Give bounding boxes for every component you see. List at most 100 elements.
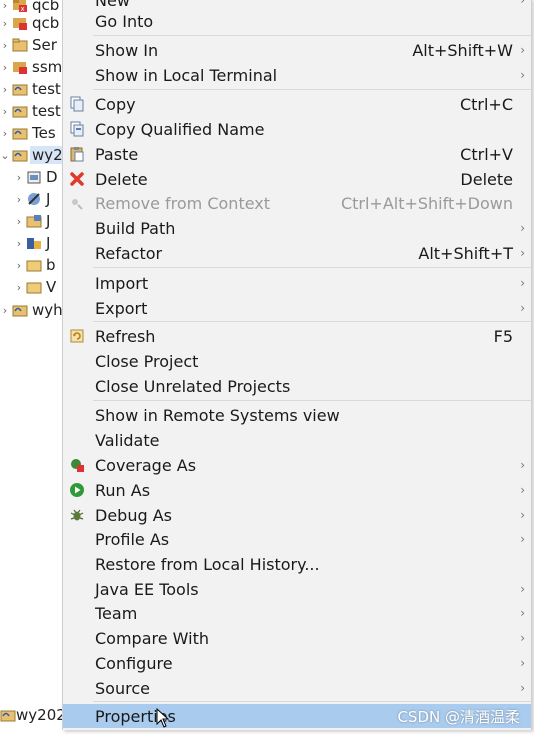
chevron-right-icon: › — [520, 276, 525, 290]
javascript-resources-icon — [24, 234, 44, 252]
chevron-right-icon: › — [520, 68, 525, 82]
paste-icon — [65, 142, 89, 166]
menu-separator — [93, 267, 531, 268]
tree-item-project[interactable]: › Ser — [0, 34, 57, 56]
chevron-right-icon[interactable]: › — [14, 188, 24, 210]
chevron-right-icon[interactable]: › — [14, 232, 24, 254]
chevron-right-icon[interactable]: › — [0, 34, 10, 56]
copy-qualified-name-icon — [65, 117, 89, 141]
chevron-right-icon: › — [520, 582, 525, 596]
project-explorer: › x qcb › qcb › Ser › ssm › test › test … — [0, 0, 62, 735]
tree-item-project[interactable]: › test — [0, 100, 61, 122]
chevron-right-icon[interactable]: › — [0, 78, 10, 100]
tree-item-project[interactable]: › test — [0, 78, 61, 100]
menu-item-close-project[interactable]: Close Project — [63, 349, 531, 373]
chevron-right-icon: › — [520, 532, 525, 546]
menu-item-copy[interactable]: Copy Ctrl+C — [63, 92, 531, 116]
menu-item-delete[interactable]: Delete Delete — [63, 167, 531, 191]
chevron-right-icon[interactable]: › — [14, 166, 24, 188]
menu-separator — [93, 321, 531, 322]
project-icon — [10, 80, 30, 98]
project-icon — [10, 124, 30, 142]
chevron-right-icon: › — [520, 606, 525, 620]
chevron-right-icon[interactable]: › — [0, 12, 10, 34]
menu-item-java-ee-tools[interactable]: Java EE Tools › — [63, 577, 531, 601]
status-bar: wy202 — [0, 702, 62, 728]
chevron-right-icon: › — [520, 681, 525, 695]
menu-item-source[interactable]: Source › — [63, 676, 531, 700]
menu-item-configure[interactable]: Configure › — [63, 651, 531, 675]
java-resources-icon — [24, 212, 44, 230]
chevron-right-icon: › — [520, 301, 525, 315]
project-icon — [0, 706, 16, 724]
chevron-right-icon: › — [520, 221, 525, 235]
delete-icon — [65, 167, 89, 191]
watermark: CSDN @清酒温柔 — [397, 708, 520, 726]
menu-item-import[interactable]: Import › — [63, 271, 531, 295]
menu-separator — [93, 701, 531, 702]
menu-separator — [93, 400, 531, 401]
menu-item-copy-qualified-name[interactable]: Copy Qualified Name — [63, 117, 531, 141]
tree-item-child[interactable]: › V — [14, 276, 56, 298]
menu-item-show-in[interactable]: Show In Alt+Shift+W › — [63, 38, 531, 62]
deployment-descriptor-icon — [24, 168, 44, 186]
menu-item-profile-as[interactable]: Profile As › — [63, 527, 531, 551]
tree-item-project-selected[interactable]: ⌄ wy2 — [0, 144, 62, 166]
menu-item-go-into[interactable]: Go Into — [63, 9, 531, 33]
chevron-right-icon[interactable]: › — [14, 210, 24, 232]
tree-item-child[interactable]: › J — [14, 188, 51, 210]
menu-item-debug-as[interactable]: Debug As › — [63, 503, 531, 527]
tree-item-child[interactable]: › J — [14, 210, 51, 232]
menu-item-export[interactable]: Export › — [63, 296, 531, 320]
chevron-down-icon[interactable]: ⌄ — [0, 144, 10, 166]
chevron-right-icon: › — [520, 458, 525, 472]
menu-item-refactor[interactable]: Refactor Alt+Shift+T › — [63, 241, 531, 265]
menu-item-close-unrelated-projects[interactable]: Close Unrelated Projects — [63, 374, 531, 398]
chevron-right-icon: › — [520, 43, 525, 57]
jax-ws-icon — [24, 190, 44, 208]
menu-separator — [93, 89, 531, 90]
menu-item-restore-from-local-history[interactable]: Restore from Local History... — [63, 552, 531, 576]
menu-item-coverage-as[interactable]: Coverage As › — [63, 453, 531, 477]
tree-item-project[interactable]: › ssm — [0, 56, 62, 78]
coverage-icon — [65, 453, 89, 477]
run-icon — [65, 478, 89, 502]
chevron-right-icon[interactable]: › — [14, 254, 24, 276]
menu-item-paste[interactable]: Paste Ctrl+V — [63, 142, 531, 166]
menu-item-team[interactable]: Team › — [63, 601, 531, 625]
tree-item-project[interactable]: › Tes — [0, 122, 56, 144]
mouse-cursor-icon — [156, 707, 170, 732]
tree-item-child[interactable]: › b — [14, 254, 56, 276]
chevron-right-icon: › — [520, 0, 525, 7]
menu-item-show-in-remote-systems-view[interactable]: Show in Remote Systems view — [63, 403, 531, 427]
menu-item-validate[interactable]: Validate — [63, 428, 531, 452]
status-label: wy202 — [16, 706, 62, 724]
chevron-right-icon[interactable]: › — [14, 276, 24, 298]
chevron-right-icon: › — [520, 508, 525, 522]
debug-icon — [65, 503, 89, 527]
folder-icon — [24, 256, 44, 274]
project-folder-icon — [10, 36, 30, 54]
chevron-right-icon[interactable]: › — [0, 100, 10, 122]
menu-item-refresh[interactable]: Refresh F5 — [63, 324, 531, 348]
remove-context-icon — [65, 191, 89, 215]
project-icon — [10, 102, 30, 120]
tree-item-child[interactable]: › J — [14, 232, 51, 254]
project-error-icon — [10, 58, 30, 76]
tree-item-project[interactable]: › qcb — [0, 12, 60, 34]
chevron-right-icon[interactable]: › — [0, 299, 10, 321]
menu-item-remove-from-context: Remove from Context Ctrl+Alt+Shift+Down — [63, 191, 531, 215]
tree-item-project[interactable]: › wyh — [0, 299, 62, 321]
menu-item-show-in-local-terminal[interactable]: Show in Local Terminal › — [63, 63, 531, 87]
chevron-right-icon: › — [520, 246, 525, 260]
menu-item-run-as[interactable]: Run As › — [63, 478, 531, 502]
chevron-right-icon[interactable]: › — [0, 56, 10, 78]
chevron-right-icon: › — [520, 631, 525, 645]
chevron-right-icon: › — [520, 483, 525, 497]
chevron-right-icon: › — [520, 656, 525, 670]
menu-item-compare-with[interactable]: Compare With › — [63, 626, 531, 650]
tree-item-child[interactable]: › D — [14, 166, 58, 188]
menu-item-build-path[interactable]: Build Path › — [63, 216, 531, 240]
copy-icon — [65, 92, 89, 116]
chevron-right-icon[interactable]: › — [0, 122, 10, 144]
